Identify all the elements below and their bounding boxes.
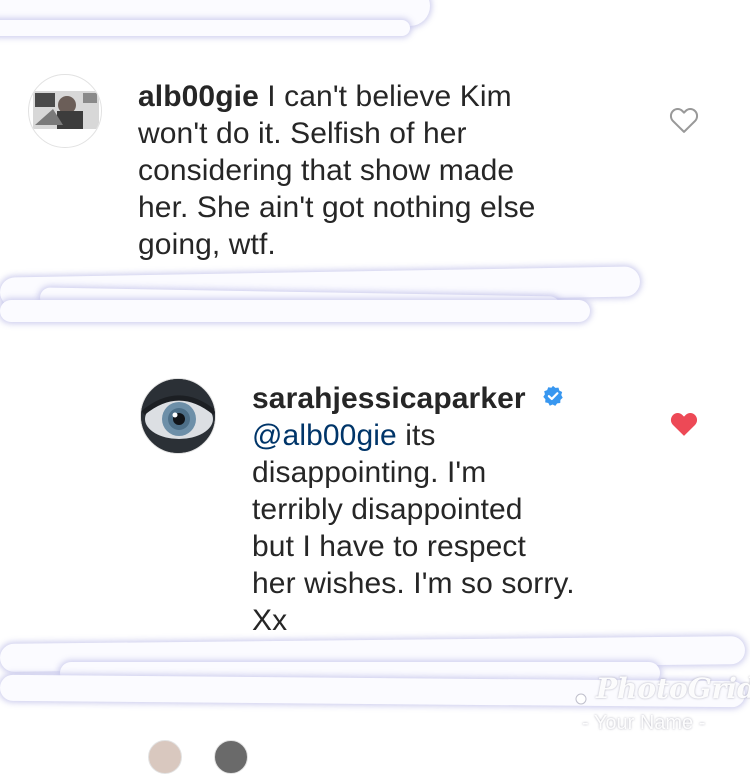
comment-body: alb00gie I can't believe Kim won't do it… [138,78,658,263]
avatar-photo-icon [33,91,99,129]
comment-body: sarahjessicaparker @alb00gie its disappo… [252,380,672,639]
comment-username[interactable]: sarahjessicaparker [252,382,526,415]
heart-outline-icon[interactable] [669,106,699,134]
watermark-dot-icon [575,693,587,705]
verified-badge-icon [543,385,563,406]
redaction-scribble [0,20,410,36]
redaction-scribble [0,300,590,322]
avatar[interactable] [28,74,102,148]
photogrid-watermark: PhotoGrid [596,672,750,705]
comment-text-line: terribly disappointed [252,493,523,526]
comment-text-line: its [396,419,436,452]
comment-text-line: going, wtf. [138,228,276,261]
comment-username[interactable]: alb00gie [138,80,259,113]
avatar[interactable] [148,740,182,774]
watermark-subtext: - Your Name - [582,712,706,734]
mention-link[interactable]: @alb00gie [252,419,397,452]
avatar[interactable] [214,740,248,774]
comment-text-line: her. She ain't got nothing else [138,191,536,224]
comment-text-line: but I have to respect [252,530,526,563]
comment-text-line: her wishes. I'm so sorry. [252,567,575,600]
heart-filled-icon[interactable] [669,410,699,438]
comment-text-line: disappointing. I'm [252,456,487,489]
avatar[interactable] [140,378,216,454]
comment-text-line: Xx [252,604,288,637]
comment-text-line: won't do it. Selfish of her [138,117,467,150]
comment-text-line: considering that show made [138,154,515,187]
comment-text-line: I can't believe Kim [258,80,512,113]
eye-avatar-icon [141,379,215,453]
